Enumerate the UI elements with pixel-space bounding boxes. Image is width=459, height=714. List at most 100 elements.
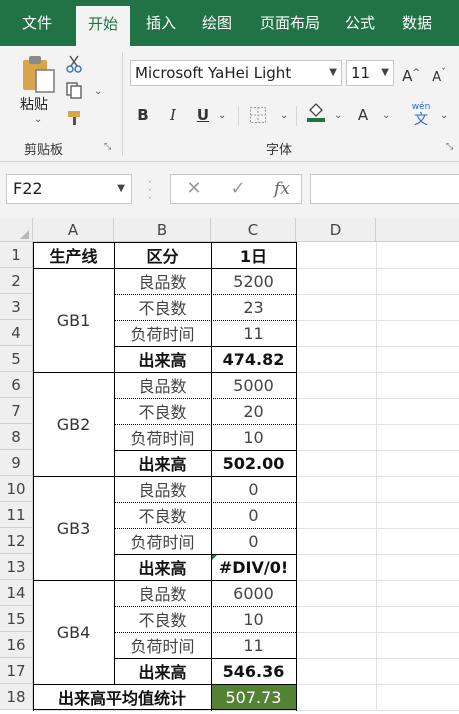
select-all-button[interactable] (0, 218, 33, 242)
summary-value-cell[interactable]: 507.73 (211, 684, 296, 710)
font-name-combobox[interactable]: Microsoft YaHei Light ▼ (130, 60, 342, 86)
drag-handle-icon[interactable]: · · · (148, 176, 152, 204)
insert-function-button[interactable]: fx (267, 175, 297, 203)
output-label-cell[interactable]: 出来高 (114, 658, 211, 684)
row-header[interactable]: 4 (0, 320, 33, 346)
italic-button[interactable]: I (162, 102, 184, 128)
row-header[interactable]: 11 (0, 502, 33, 528)
metric-value-cell[interactable]: 23 (211, 294, 296, 320)
metric-label-cell[interactable]: 良品数 (114, 268, 211, 294)
row-header[interactable]: 6 (0, 372, 33, 398)
fill-color-icon[interactable] (306, 102, 326, 122)
copy-icon[interactable] (64, 80, 84, 100)
tab-draw[interactable]: 绘图 (192, 0, 242, 46)
metric-value-cell[interactable]: 5000 (211, 372, 296, 398)
header-category-cell[interactable]: 区分 (114, 242, 211, 268)
line-name-cell[interactable]: GB4 (33, 580, 114, 684)
metric-label-cell[interactable]: 不良数 (114, 502, 211, 528)
enter-icon[interactable]: ✓ (223, 175, 253, 203)
metric-label-cell[interactable]: 不良数 (114, 606, 211, 632)
output-value-cell[interactable]: 546.36 (211, 658, 296, 684)
cancel-icon[interactable]: ✕ (179, 175, 209, 203)
row-header[interactable]: 9 (0, 450, 33, 476)
row-header[interactable]: 18 (0, 684, 33, 710)
row-header[interactable]: 7 (0, 398, 33, 424)
metric-value-cell[interactable]: 0 (211, 528, 296, 554)
output-value-cell[interactable]: 474.82 (211, 346, 296, 372)
row-header[interactable]: 12 (0, 528, 33, 554)
metric-label-cell[interactable]: 不良数 (114, 398, 211, 424)
summary-label-cell[interactable]: 出来高平均值统计 (33, 684, 211, 710)
cut-icon[interactable] (64, 54, 84, 74)
row-header[interactable]: 10 (0, 476, 33, 502)
name-box[interactable]: F22 ▼ (6, 174, 132, 204)
paste-dropdown-icon[interactable]: ⌄ (34, 114, 42, 125)
row-header[interactable]: 1 (0, 242, 33, 268)
column-header-d[interactable]: D (296, 218, 376, 242)
error-indicator-icon[interactable] (211, 554, 218, 561)
metric-value-cell[interactable]: 0 (211, 502, 296, 528)
metric-label-cell[interactable]: 良品数 (114, 476, 211, 502)
grow-font-button[interactable]: A^ (400, 60, 422, 86)
row-header[interactable]: 5 (0, 346, 33, 372)
metric-value-cell[interactable]: 6000 (211, 580, 296, 606)
metric-label-cell[interactable]: 良品数 (114, 580, 211, 606)
metric-label-cell[interactable]: 负荷时间 (114, 632, 211, 658)
tab-data[interactable]: 数据 (392, 0, 442, 46)
row-header[interactable]: 13 (0, 554, 33, 580)
output-label-cell[interactable]: 出来高 (114, 450, 211, 476)
tab-insert[interactable]: 插入 (136, 0, 186, 46)
row-header[interactable]: 2 (0, 268, 33, 294)
phonetic-dropdown-icon[interactable]: ⌄ (440, 110, 448, 121)
output-value-cell[interactable]: 502.00 (211, 450, 296, 476)
column-header-b[interactable]: B (114, 218, 211, 242)
copy-dropdown-icon[interactable]: ⌄ (94, 86, 102, 97)
metric-value-cell[interactable]: 10 (211, 606, 296, 632)
header-line-cell[interactable]: 生产线 (33, 242, 114, 268)
font-color-dropdown-icon[interactable]: ⌄ (382, 110, 390, 121)
phonetic-guide-button[interactable]: wén 文 (410, 102, 432, 128)
formula-input[interactable] (310, 174, 459, 204)
fill-color-dropdown-icon[interactable]: ⌄ (334, 110, 342, 121)
shrink-font-button[interactable]: Aˇ (428, 60, 450, 86)
line-name-cell[interactable]: GB1 (33, 268, 114, 372)
borders-dropdown-icon[interactable]: ⌄ (280, 110, 288, 121)
font-color-button[interactable]: A (352, 102, 374, 128)
metric-label-cell[interactable]: 良品数 (114, 372, 211, 398)
row-header[interactable]: 3 (0, 294, 33, 320)
font-size-combobox[interactable]: 11 ▼ (346, 60, 394, 86)
metric-label-cell[interactable]: 负荷时间 (114, 528, 211, 554)
column-header-c[interactable]: C (211, 218, 296, 242)
metric-value-cell[interactable]: 10 (211, 424, 296, 450)
metric-value-cell[interactable]: 0 (211, 476, 296, 502)
metric-value-cell[interactable]: 20 (211, 398, 296, 424)
output-label-cell[interactable]: 出来高 (114, 554, 211, 580)
row-header[interactable]: 16 (0, 632, 33, 658)
metric-label-cell[interactable]: 负荷时间 (114, 320, 211, 346)
column-header-a[interactable]: A (33, 218, 114, 242)
bold-button[interactable]: B (132, 102, 154, 128)
clipboard-launcher-icon[interactable]: ⤡ (104, 142, 111, 152)
output-value-cell[interactable]: #DIV/0! (211, 554, 296, 580)
row-header[interactable]: 17 (0, 658, 33, 684)
metric-label-cell[interactable]: 不良数 (114, 294, 211, 320)
row-header[interactable]: 8 (0, 424, 33, 450)
metric-value-cell[interactable]: 11 (211, 632, 296, 658)
format-painter-icon[interactable] (64, 108, 84, 128)
row-header[interactable]: 15 (0, 606, 33, 632)
metric-value-cell[interactable]: 11 (211, 320, 296, 346)
tab-page-layout[interactable]: 页面布局 (250, 0, 330, 46)
underline-dropdown-icon[interactable]: ⌄ (218, 110, 226, 121)
font-launcher-icon[interactable]: ⤡ (446, 142, 453, 152)
row-header[interactable]: 14 (0, 580, 33, 606)
line-name-cell[interactable]: GB2 (33, 372, 114, 476)
metric-label-cell[interactable]: 负荷时间 (114, 424, 211, 450)
tab-formulas[interactable]: 公式 (336, 0, 384, 46)
tab-home[interactable]: 开始 (76, 6, 130, 46)
borders-icon[interactable] (248, 105, 268, 125)
metric-value-cell[interactable]: 5200 (211, 268, 296, 294)
output-label-cell[interactable]: 出来高 (114, 346, 211, 372)
tab-file[interactable]: 文件 (8, 0, 66, 46)
underline-button[interactable]: U (192, 102, 214, 128)
line-name-cell[interactable]: GB3 (33, 476, 114, 580)
